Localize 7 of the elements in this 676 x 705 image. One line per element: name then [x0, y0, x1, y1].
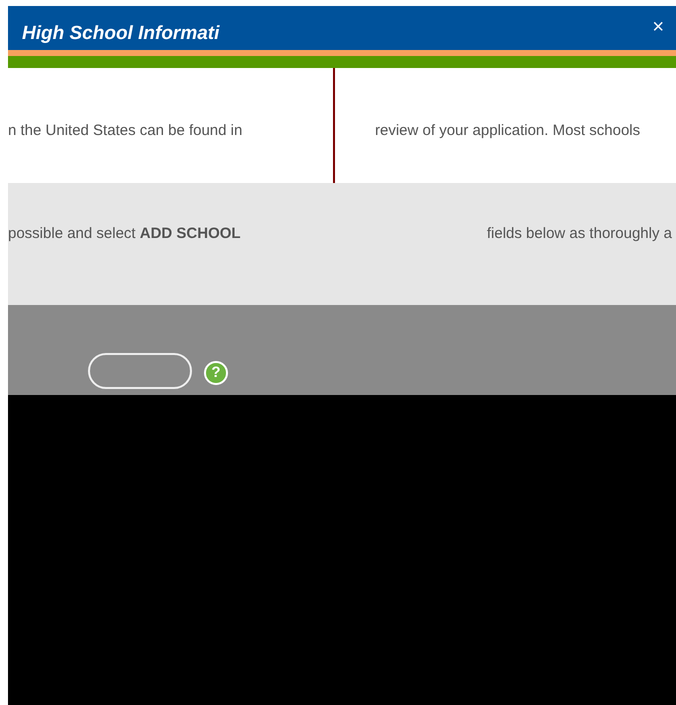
modal-title: High School Informati	[22, 22, 220, 46]
paragraph-text: review of your application. Most schools	[375, 122, 640, 139]
outline-button[interactable]	[88, 353, 192, 389]
close-button[interactable]: ×	[652, 17, 664, 37]
instruction-text: possible and select ADD SCHOOL	[8, 224, 241, 244]
instruction-text: fields below as thoroughly a	[486, 224, 673, 244]
paragraph-text: n the United States can be found in	[8, 122, 242, 139]
